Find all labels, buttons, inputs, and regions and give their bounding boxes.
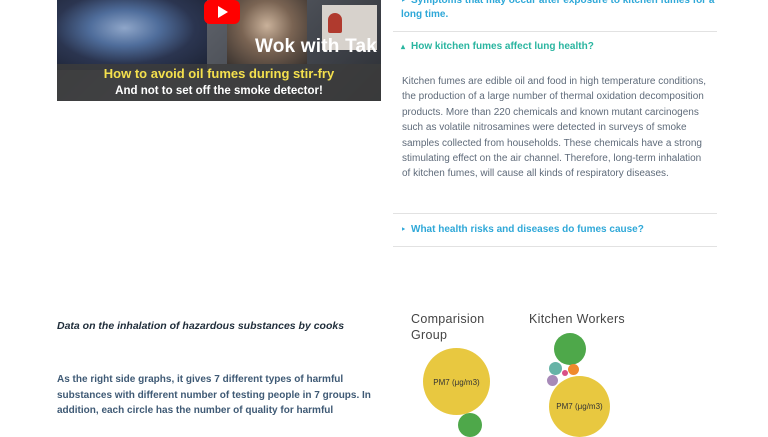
accordion-header-lung-health[interactable]: ▴ How kitchen fumes affect lung health? xyxy=(393,41,717,52)
caret-right-icon: ‣ xyxy=(401,225,406,234)
accordion-item-health-risks[interactable]: ‣ What health risks and diseases do fumes… xyxy=(393,224,717,235)
caret-up-icon: ▴ xyxy=(401,42,406,51)
green-bubble-workers xyxy=(554,333,586,365)
comparison-group-title: Comparision Group xyxy=(411,312,485,342)
accordion-item-symptoms[interactable]: ‣ Symptoms that may occur after exposure … xyxy=(393,0,717,22)
pm7-label-workers: PM7 (μg/m3) xyxy=(556,402,603,411)
video-subtitle-secondary: And not to set off the smoke detector! xyxy=(115,85,323,97)
accordion-header-symptoms[interactable]: ‣ Symptoms that may occur after exposure … xyxy=(393,0,717,22)
pink-bubble-workers xyxy=(562,370,568,376)
accordion-label: How kitchen fumes affect lung health? xyxy=(411,41,594,52)
purple-bubble-workers xyxy=(547,375,558,386)
section-text: As the right side graphs, it gives 7 dif… xyxy=(57,374,371,416)
video-subtitle: How to avoid oil fumes during stir-fry xyxy=(103,66,335,81)
section-title: Data on the inhalation of hazardous subs… xyxy=(57,320,345,332)
accordion-header-health-risks[interactable]: ‣ What health risks and diseases do fumes… xyxy=(393,224,717,235)
kitchen-workers-title: Kitchen Workers xyxy=(529,312,625,326)
accordion-body-lung-health: Kitchen fumes are edible oil and food in… xyxy=(402,76,707,180)
play-icon[interactable] xyxy=(204,0,240,24)
accordion-divider xyxy=(393,246,717,247)
accordion-item-lung-health[interactable]: ▴ How kitchen fumes affect lung health? xyxy=(393,41,717,52)
video-thumbnail[interactable]: Wok with Tak How to avoid oil fumes duri… xyxy=(57,0,381,101)
orange-bubble-workers xyxy=(568,364,579,375)
accordion-label: Symptoms that may occur after exposure t… xyxy=(401,0,715,20)
accordion-divider xyxy=(393,31,717,32)
accordion-divider xyxy=(393,213,717,214)
accordion-label: What health risks and diseases do fumes … xyxy=(411,224,644,235)
caret-right-icon: ‣ xyxy=(401,0,406,5)
wok-image xyxy=(57,0,207,70)
video-title: Wok with Tak xyxy=(254,36,377,57)
pm7-label-comparison: PM7 (μg/m3) xyxy=(433,378,480,387)
teal-bubble-workers xyxy=(549,362,562,375)
